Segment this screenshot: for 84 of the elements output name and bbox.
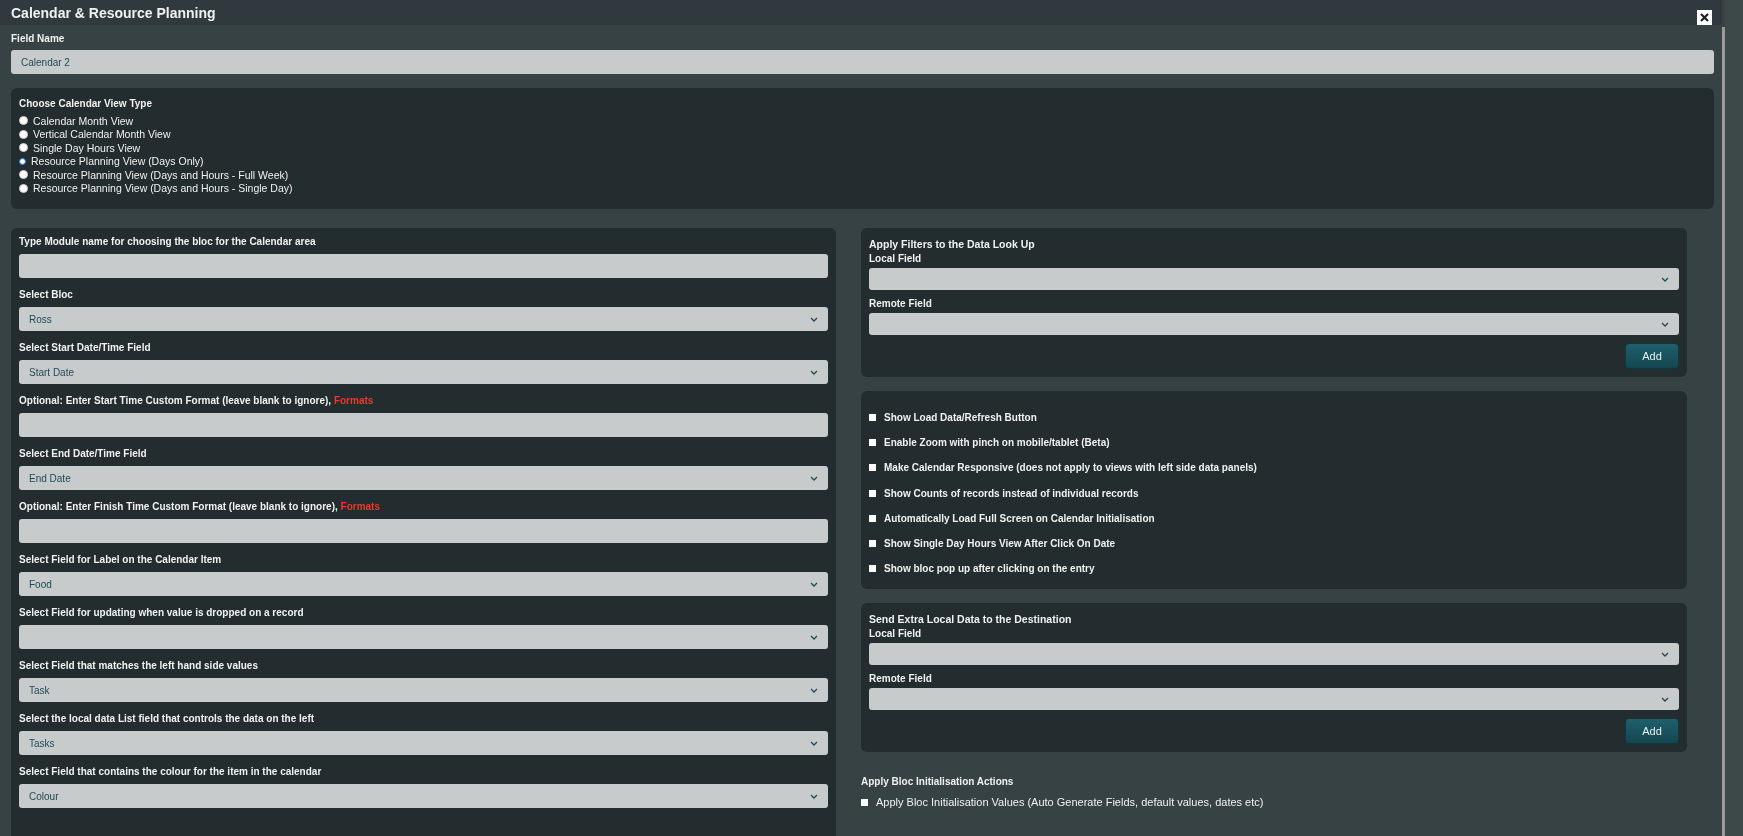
field-label: Remote Field xyxy=(869,298,933,309)
window-title: Calendar & Resource Planning xyxy=(11,4,216,21)
input-field[interactable] xyxy=(19,413,828,437)
checkbox-label: Show bloc pop up after clicking on the entry xyxy=(884,563,1095,575)
chevron-down-icon xyxy=(810,634,818,640)
select-field[interactable]: End Date xyxy=(19,466,828,490)
formats-link[interactable]: Formats xyxy=(340,501,380,512)
chevron-down-icon xyxy=(810,687,818,693)
chevron-down-icon xyxy=(810,369,818,375)
checkbox[interactable] xyxy=(869,489,876,497)
checkbox[interactable] xyxy=(869,540,876,548)
input-field[interactable]: Calendar 2 xyxy=(11,50,1714,74)
field-label: Type Module name for choosing the bloc for the Calendar area xyxy=(19,236,317,248)
radio-label: Single Day Hours View xyxy=(33,141,141,154)
field-label: Select Field for Label on the Calendar Item xyxy=(19,554,223,566)
chevron-down-icon xyxy=(1661,651,1669,657)
select-field[interactable]: Start Date xyxy=(19,360,828,384)
field-label: Select Bloc xyxy=(19,289,74,301)
radio-button[interactable] xyxy=(19,157,26,165)
chevron-down-icon xyxy=(1661,321,1669,327)
select-field[interactable] xyxy=(869,268,1679,290)
field-label: Field Name xyxy=(11,33,66,44)
chevron-down-icon xyxy=(810,581,818,587)
add-button[interactable]: Add xyxy=(1625,343,1679,369)
select-field[interactable] xyxy=(869,643,1679,666)
select-field[interactable]: Ross xyxy=(19,307,828,331)
field-label: Remote Field xyxy=(869,673,933,685)
radio-label: Resource Planning View (Days Only) xyxy=(31,155,204,168)
field-label: Optional: Enter Finish Time Custom Format (leave blank to ignore), Formats xyxy=(19,501,381,513)
select-field[interactable]: Tasks xyxy=(19,731,828,755)
radio-label: Calendar Month View xyxy=(33,114,134,127)
chevron-down-icon xyxy=(810,475,818,481)
field-label: Select Field that matches the left hand side values xyxy=(19,660,259,672)
add-button[interactable]: Add xyxy=(1625,718,1679,745)
field-label: Local Field xyxy=(869,628,923,640)
checkbox[interactable] xyxy=(869,464,876,472)
field-label: Select End Date/Time Field xyxy=(19,448,148,460)
checkbox-label: Apply Bloc Initialisation Values (Auto Generate Fields, default values, dates etc) xyxy=(876,796,1264,809)
checkbox[interactable] xyxy=(869,439,876,447)
section-title: Send Extra Local Data to the Destination xyxy=(869,613,1073,626)
checkbox[interactable] xyxy=(861,798,868,806)
section-title: Choose Calendar View Type xyxy=(19,98,153,109)
checkbox-label: Show Single Day Hours View After Click On Date xyxy=(884,538,1116,550)
select-field[interactable]: Food xyxy=(19,572,828,596)
select-field[interactable] xyxy=(869,313,1679,335)
chevron-down-icon xyxy=(810,793,818,799)
select-field[interactable]: Task xyxy=(19,678,828,702)
close-icon xyxy=(1700,13,1709,22)
radio-label: Resource Planning View (Days and Hours - Full Week) xyxy=(33,168,289,181)
close-button[interactable] xyxy=(1697,10,1712,25)
radio-button[interactable] xyxy=(19,129,28,139)
checkbox-label: Enable Zoom with pinch on mobile/tablet (Beta) xyxy=(884,437,1110,449)
section-title: Apply Bloc Initialisation Actions xyxy=(861,776,1015,788)
checkbox[interactable] xyxy=(869,414,876,422)
chevron-down-icon xyxy=(1661,276,1669,282)
select-field[interactable] xyxy=(869,688,1679,711)
radio-button[interactable] xyxy=(19,170,28,180)
radio-label: Resource Planning View (Days and Hours - Single Day) xyxy=(33,182,293,195)
checkbox[interactable] xyxy=(869,565,876,573)
checkbox-label: Automatically Load Full Screen on Calendar Initialisation xyxy=(884,512,1155,524)
checkbox-label: Show Load Data/Refresh Button xyxy=(884,412,1037,424)
formats-link[interactable]: Formats xyxy=(333,395,374,406)
field-label: Local Field xyxy=(869,253,923,264)
chevron-down-icon xyxy=(1661,696,1669,702)
section-title: Apply Filters to the Data Look Up xyxy=(869,238,1036,250)
radio-button[interactable] xyxy=(19,116,28,126)
radio-label: Vertical Calendar Month View xyxy=(33,128,171,141)
radio-button[interactable] xyxy=(19,183,28,193)
field-label: Select Start Date/Time Field xyxy=(19,342,152,354)
field-label: Optional: Enter Start Time Custom Format (leave blank to ignore), Formats xyxy=(19,395,375,407)
field-label: Select Field that contains the colour for the item in the calendar xyxy=(19,766,323,778)
scrollbar[interactable] xyxy=(1722,27,1725,836)
checkbox-label: Make Calendar Responsive (does not apply to views with left side data panels) xyxy=(884,462,1257,474)
input-field[interactable] xyxy=(19,519,828,543)
field-label: Select Field for updating when value is dropped on a record xyxy=(19,607,305,619)
field-label: Select the local data List field that controls the data on the left xyxy=(19,713,316,725)
checkbox-label: Show Counts of records instead of individual records xyxy=(884,487,1139,499)
select-field[interactable]: Colour xyxy=(19,784,828,808)
chevron-down-icon xyxy=(810,316,818,322)
select-field[interactable] xyxy=(19,625,828,649)
chevron-down-icon xyxy=(810,740,818,746)
radio-button[interactable] xyxy=(19,143,28,153)
checkbox[interactable] xyxy=(869,514,876,522)
input-field[interactable] xyxy=(19,254,828,278)
